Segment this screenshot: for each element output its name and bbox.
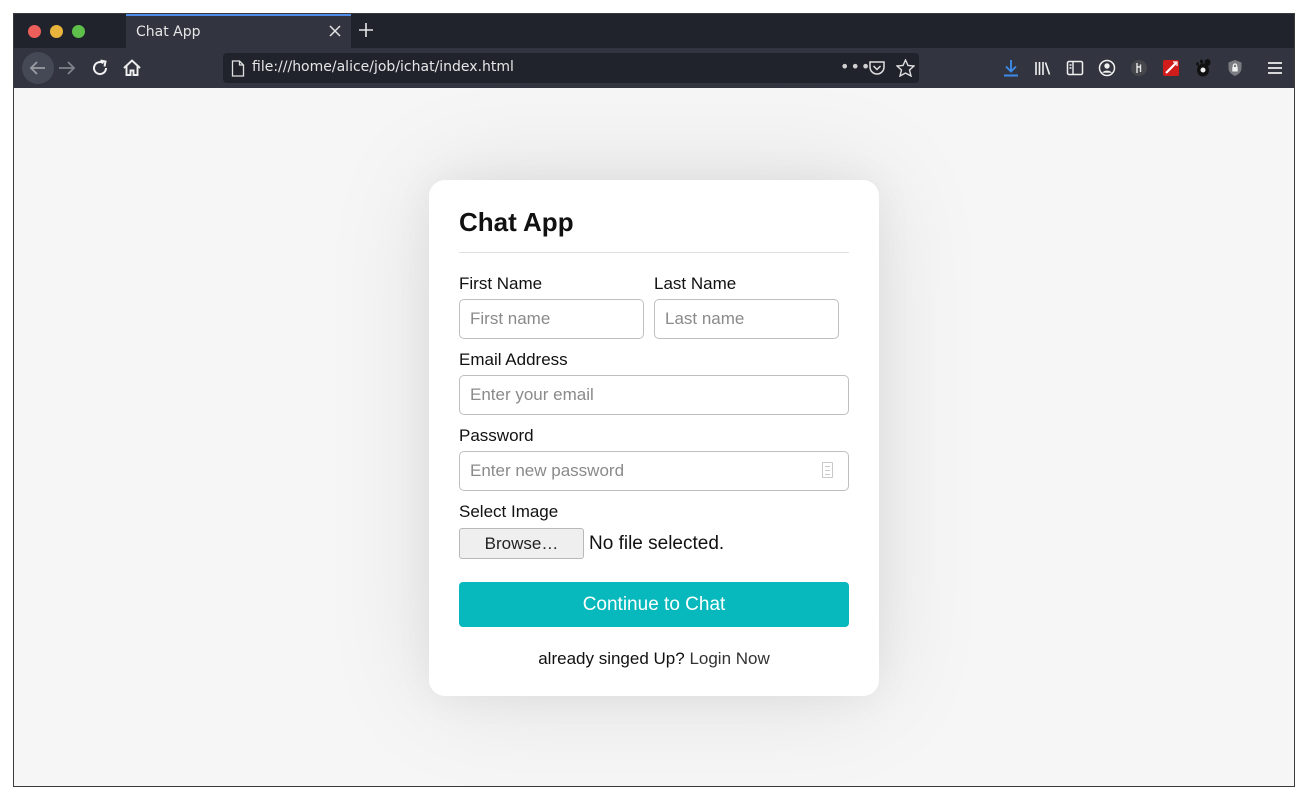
- continue-button[interactable]: Continue to Chat: [459, 582, 849, 627]
- close-window-button[interactable]: [28, 25, 41, 38]
- last-name-input[interactable]: [654, 299, 839, 339]
- shield-icon[interactable]: [1225, 58, 1245, 78]
- page-actions-button[interactable]: •••: [840, 57, 871, 76]
- extension-red-icon[interactable]: [1161, 58, 1181, 78]
- url-bar[interactable]: file:///home/alice/job/ichat/index.html …: [223, 53, 919, 83]
- url-text[interactable]: file:///home/alice/job/ichat/index.html: [252, 59, 514, 75]
- tab-strip: Chat App: [14, 14, 1294, 48]
- navigation-bar: file:///home/alice/job/ichat/index.html …: [14, 48, 1294, 88]
- page-icon: [231, 60, 245, 81]
- home-icon: [123, 59, 141, 76]
- bookmark-star-icon[interactable]: [895, 58, 916, 81]
- arrow-left-icon: [29, 61, 45, 75]
- arrow-right-icon: [59, 61, 76, 75]
- browser-window: Chat App file:///home/alice/job/ichat/in…: [13, 13, 1295, 787]
- browse-button[interactable]: Browse…: [459, 528, 584, 559]
- account-icon[interactable]: [1097, 58, 1117, 78]
- login-prompt: already singed Up? Login Now: [429, 649, 879, 669]
- first-name-input[interactable]: [459, 299, 644, 339]
- reload-button[interactable]: [88, 56, 112, 80]
- password-field: [459, 451, 849, 491]
- sidebar-icon[interactable]: [1065, 58, 1085, 78]
- login-prompt-text: already singed Up?: [538, 649, 685, 668]
- minimize-window-button[interactable]: [50, 25, 63, 38]
- forward-button[interactable]: [55, 56, 79, 80]
- password-input[interactable]: [459, 451, 849, 491]
- password-manager-icon[interactable]: [822, 462, 833, 478]
- image-label: Select Image: [459, 502, 559, 521]
- last-name-label: Last Name: [654, 274, 737, 293]
- library-icon[interactable]: [1033, 58, 1053, 78]
- home-button[interactable]: [120, 56, 144, 80]
- pocket-icon[interactable]: [868, 59, 886, 81]
- signup-card: Chat App First Name Last Name Email Addr…: [429, 180, 879, 696]
- menu-icon[interactable]: [1265, 58, 1285, 78]
- file-status: No file selected.: [589, 533, 725, 554]
- reload-icon: [93, 59, 108, 76]
- back-button[interactable]: [22, 52, 54, 84]
- email-input[interactable]: [459, 375, 849, 415]
- login-link[interactable]: Login Now: [689, 649, 769, 668]
- password-label: Password: [459, 426, 534, 445]
- tab-close-icon[interactable]: [329, 25, 341, 37]
- page-title: Chat App: [459, 207, 574, 237]
- new-tab-icon[interactable]: [358, 22, 374, 38]
- tab-title: Chat App: [136, 24, 201, 40]
- extension-icon[interactable]: [1129, 58, 1149, 78]
- download-icon[interactable]: [1001, 58, 1021, 78]
- tab-chat-app[interactable]: Chat App: [126, 14, 351, 48]
- gnome-extension-icon[interactable]: [1193, 58, 1213, 78]
- page-content: Chat App First Name Last Name Email Addr…: [14, 88, 1294, 786]
- title-divider: [459, 252, 849, 253]
- maximize-window-button[interactable]: [72, 25, 85, 38]
- email-label: Email Address: [459, 350, 568, 369]
- first-name-label: First Name: [459, 274, 543, 293]
